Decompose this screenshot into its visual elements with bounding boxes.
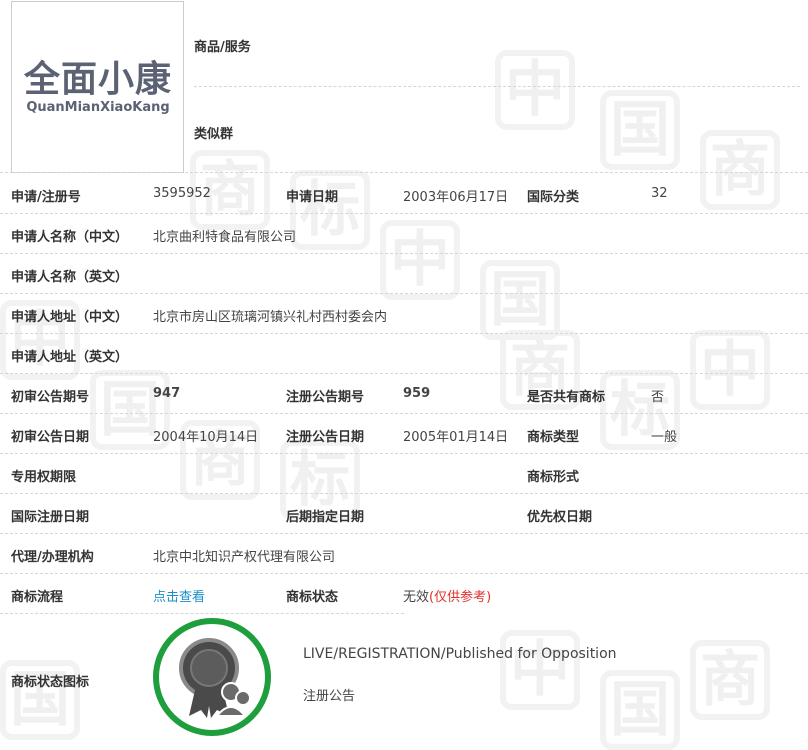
divider [0,453,808,454]
divider [0,172,808,173]
status-note: (仅供参考) [429,590,492,605]
priority-date-label: 优先权日期 [527,510,593,525]
divider [0,493,808,494]
reg-no-label: 申请/注册号 [11,190,81,205]
trademark-logo: 全面小康 QuanMianXiaoKang [11,1,184,173]
similar-group-label: 类似群 [194,127,234,142]
status-label: 商标状态 [286,590,339,605]
divider [0,533,808,534]
divider [194,86,800,87]
divider [0,293,808,294]
intl-class-value: 32 [651,186,668,201]
status-icon-label: 商标状态图标 [11,675,90,690]
app-date-value: 2003年06月17日 [403,190,509,205]
divider [0,333,808,334]
status-text: 无效 [403,590,430,605]
watermark: 中 [380,220,460,300]
applicant-cn-label: 申请人名称（中文） [11,230,129,245]
divider [0,573,808,574]
process-view-link[interactable]: 点击查看 [153,586,205,605]
exclusive-label: 专用权期限 [11,470,77,485]
prelim-issue-value: 947 [153,386,181,401]
shared-value: 否 [651,390,665,405]
watermark: 中 [500,630,580,710]
divider [0,613,404,614]
watermark: 中 [690,330,770,410]
tm-type-label: 商标类型 [527,430,580,445]
later-date-label: 后期指定日期 [286,510,365,525]
applicant-cn-value: 北京曲利特食品有限公司 [153,230,297,245]
logo-sub-text: QuanMianXiaoKang [26,100,170,115]
applicant-en-label: 申请人名称（英文） [11,270,129,285]
tm-form-label: 商标形式 [527,470,580,485]
address-cn-value: 北京市房山区琉璃河镇兴礼村西村委会内 [153,310,388,325]
app-date-label: 申请日期 [286,190,339,205]
prelim-issue-label: 初审公告期号 [11,390,90,405]
divider [0,253,808,254]
watermark: 国 [600,90,680,170]
status-icon-en: LIVE/REGISTRATION/Published for Oppositi… [303,646,617,662]
watermark: 国 [480,260,560,340]
watermark: 商 [690,640,770,720]
agent-label: 代理/办理机构 [11,550,94,565]
address-cn-label: 申请人地址（中文） [11,310,129,325]
process-label: 商标流程 [11,590,64,605]
reg-issue-value: 959 [403,386,431,401]
status-icon-cn: 注册公告 [303,689,356,704]
reg-issue-label: 注册公告期号 [286,390,365,405]
prelim-date-value: 2004年10月14日 [153,430,259,445]
watermark: 标 [290,170,370,250]
badge-graphic [179,638,251,718]
logo-main-text: 全面小康 [23,59,172,100]
registration-badge-icon [153,618,271,736]
status-value: 无效(仅供参考) [403,586,491,605]
reg-date-label: 注册公告日期 [286,430,365,445]
watermark: 国 [600,670,680,750]
prelim-date-label: 初审公告日期 [11,430,90,445]
reg-date-value: 2005年01月14日 [403,430,509,445]
agent-value: 北京中北知识产权代理有限公司 [153,550,336,565]
address-en-label: 申请人地址（英文） [11,350,129,365]
divider [0,413,808,414]
reg-no-value: 3595952 [153,186,211,201]
shared-label: 是否共有商标 [527,390,606,405]
divider [0,213,808,214]
goods-services-label: 商品/服务 [194,40,251,55]
intl-class-label: 国际分类 [527,190,580,205]
divider [0,373,808,374]
watermark: 中 [495,50,575,130]
tm-type-value: 一般 [651,430,678,445]
intl-reg-date-label: 国际注册日期 [11,510,90,525]
watermark: 商 [700,130,780,210]
